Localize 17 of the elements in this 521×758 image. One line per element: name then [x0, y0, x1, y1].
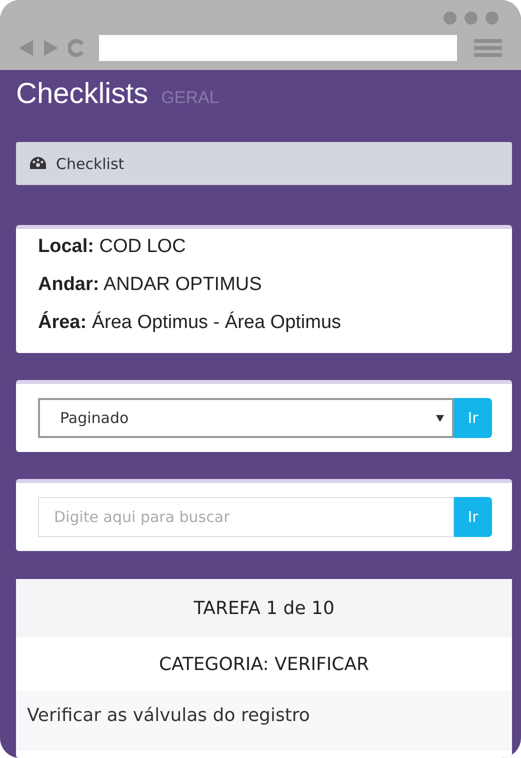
info-line: Andar: ANDAR OPTIMUS — [38, 273, 263, 297]
caret-icon — [436, 414, 444, 422]
info-line: Local: COD LOC — [38, 235, 187, 259]
back-icon[interactable] — [18, 39, 34, 57]
page-title: Checklists — [16, 78, 148, 111]
info-line: Área: Área Optimus - Área Optimus — [38, 310, 342, 335]
search-field[interactable]: Digite aqui para buscar — [38, 497, 454, 537]
task-counter: TAREFA 1 de 10 — [16, 579, 512, 637]
menu-icon[interactable] — [474, 38, 502, 58]
task-description: Verificar as válvulas do registro — [16, 691, 512, 751]
dashboard-icon — [30, 157, 46, 170]
mode-select[interactable]: Paginado — [38, 398, 454, 438]
address-bar[interactable] — [99, 35, 457, 61]
task-category: CATEGORIA: VERIFICAR — [158, 652, 370, 676]
forward-icon[interactable] — [43, 39, 59, 57]
reload-icon[interactable] — [68, 39, 86, 57]
breadcrumb-item[interactable]: Checklist — [56, 154, 124, 172]
